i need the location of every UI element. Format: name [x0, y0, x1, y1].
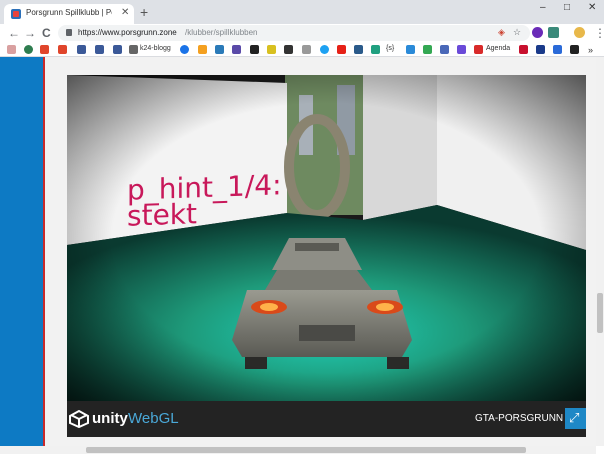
- bookmark-k24-label[interactable]: k24-blogg: [140, 45, 171, 52]
- web-page: p_hint_1/4: stekt unity WebGL GTA-PORSGR…: [0, 57, 596, 446]
- google-drive-icon[interactable]: [423, 45, 432, 54]
- bookmark-icon[interactable]: [457, 45, 466, 54]
- bookmark-icon[interactable]: [302, 45, 311, 54]
- game-canvas[interactable]: [67, 75, 586, 401]
- tab-title: Porsgrunn Spillklubb | Porsg: [26, 8, 112, 17]
- bookmark-icon[interactable]: [232, 45, 241, 54]
- bookmark-icon[interactable]: [284, 45, 293, 54]
- bookmark-icon[interactable]: [519, 45, 528, 54]
- maximize-button[interactable]: □: [564, 2, 570, 13]
- site-sidebar: [0, 57, 43, 446]
- translate-icon[interactable]: ◈: [498, 27, 505, 38]
- back-button[interactable]: ←: [8, 26, 20, 40]
- lock-icon: [66, 29, 72, 36]
- bookmark-icon[interactable]: [440, 45, 449, 54]
- bookmark-icon[interactable]: [406, 45, 415, 54]
- url-host: https://www.porsgrunn.zone: [78, 28, 177, 37]
- tab-close-icon[interactable]: ✕: [121, 7, 129, 19]
- youtube-icon[interactable]: [337, 45, 346, 54]
- bookmark-icon[interactable]: [536, 45, 545, 54]
- hint-text: p_hint_1/4: stekt: [127, 168, 282, 233]
- extension-s-icon[interactable]: [548, 27, 559, 38]
- reload-button[interactable]: C: [42, 26, 51, 40]
- bookmark-icon[interactable]: [570, 45, 579, 54]
- bookmark-k24-icon[interactable]: [129, 45, 138, 54]
- bookmark-icon[interactable]: [24, 45, 33, 54]
- bookmark-icon[interactable]: [180, 45, 189, 54]
- bookmark-icon[interactable]: [553, 45, 562, 54]
- new-tab-button[interactable]: +: [140, 5, 148, 19]
- fullscreen-icon: ⤢: [569, 410, 580, 425]
- unity-footer: unity WebGL GTA-PORSGRUNN ⤢: [67, 401, 586, 437]
- twitter-icon[interactable]: [320, 45, 329, 54]
- extension-icon[interactable]: [532, 27, 543, 38]
- unity-brand-text: unity: [92, 410, 128, 427]
- profile-avatar[interactable]: [574, 27, 585, 38]
- bookmark-icon[interactable]: [40, 45, 49, 54]
- site-favicon-icon: [11, 9, 21, 19]
- bookmark-icon[interactable]: [354, 45, 363, 54]
- window-close-button[interactable]: ✕: [588, 2, 596, 13]
- unity-game-frame[interactable]: p_hint_1/4: stekt: [67, 75, 586, 401]
- bookmark-apps-icon[interactable]: [7, 45, 16, 54]
- bookmark-star-icon[interactable]: ☆: [513, 27, 521, 38]
- url-path: /klubber/spillklubben: [185, 28, 258, 37]
- bookmark-icon[interactable]: [58, 45, 67, 54]
- horizontal-scroll-thumb[interactable]: [86, 447, 526, 453]
- horizontal-scrollbar[interactable]: [0, 446, 596, 454]
- vertical-scroll-thumb[interactable]: [597, 293, 603, 333]
- browser-menu-icon[interactable]: ⋮: [594, 26, 604, 40]
- vertical-scrollbar[interactable]: [596, 57, 604, 446]
- bookmark-icon[interactable]: [215, 45, 224, 54]
- more-bookmarks-icon[interactable]: »: [588, 45, 593, 55]
- bookmark-icon[interactable]: [250, 45, 259, 54]
- webgl-text: WebGL: [128, 410, 179, 427]
- bookmark-icon[interactable]: [267, 45, 276, 54]
- unity-logo-icon: [69, 410, 89, 428]
- fullscreen-button[interactable]: ⤢: [565, 408, 586, 429]
- bookmark-icon[interactable]: [371, 45, 380, 54]
- facebook-icon[interactable]: [113, 45, 122, 54]
- vignette-overlay: [67, 75, 586, 401]
- analytics-icon[interactable]: [198, 45, 207, 54]
- bookmarks-bar: k24-blogg {s} Agenda »: [0, 42, 604, 57]
- bookmark-agenda-icon[interactable]: [474, 45, 483, 54]
- browser-tab[interactable]: Porsgrunn Spillklubb | Porsg ✕: [4, 4, 134, 24]
- game-title: GTA-PORSGRUNN: [475, 413, 564, 424]
- browser-toolbar: ← → C https://www.porsgrunn.zone /klubbe…: [0, 24, 604, 42]
- forward-button[interactable]: →: [24, 26, 36, 40]
- bookmark-agenda-label[interactable]: Agenda: [486, 45, 510, 52]
- facebook-icon[interactable]: [95, 45, 104, 54]
- address-bar[interactable]: https://www.porsgrunn.zone /klubber/spil…: [58, 25, 530, 41]
- tab-strip: Porsgrunn Spillklubb | Porsg ✕ + – □ ✕: [0, 0, 604, 24]
- facebook-icon[interactable]: [77, 45, 86, 54]
- minimize-button[interactable]: –: [540, 2, 546, 13]
- bookmark-braces-label[interactable]: {s}: [386, 45, 394, 52]
